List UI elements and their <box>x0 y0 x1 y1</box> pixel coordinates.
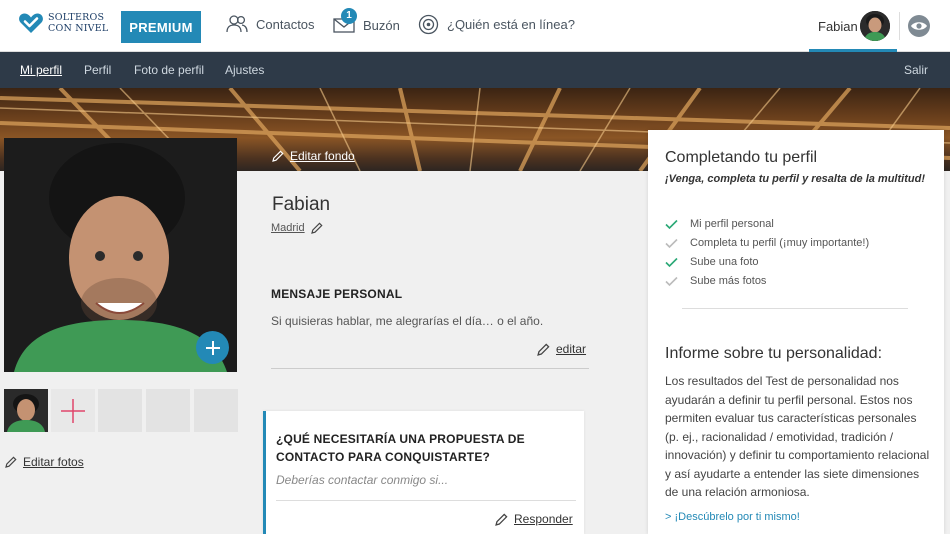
edit-background-label: Editar fondo <box>290 149 355 163</box>
nav-online-label: ¿Quién está en línea? <box>447 17 575 32</box>
checklist-item[interactable]: Completa tu perfil (¡muy importante!) <box>665 237 869 249</box>
visibility-toggle[interactable] <box>908 15 930 37</box>
personal-message-title: MENSAJE PERSONAL <box>271 287 403 301</box>
personality-test-link[interactable]: > ¡Descúbrelo por ti mismo! <box>665 511 800 523</box>
check-icon <box>665 257 678 267</box>
edit-photos-link[interactable]: Editar fotos <box>5 455 84 469</box>
divider <box>682 308 908 309</box>
contacts-icon <box>226 15 248 33</box>
check-icon <box>665 238 678 248</box>
question-card: ¿QUÉ NECESITARÍA UNA PROPUESTA DE CONTAC… <box>263 411 584 534</box>
pencil-icon <box>495 512 508 526</box>
avatar <box>860 11 890 41</box>
user-menu[interactable]: Fabian <box>809 0 897 52</box>
nav-contacts-label: Contactos <box>256 16 315 32</box>
top-bar: SOLTEROS CON NIVEL PREMIUM Contactos 1 B… <box>0 0 950 52</box>
checklist-item[interactable]: Sube más fotos <box>665 275 766 287</box>
profile-name: Fabian <box>272 194 331 215</box>
completion-subtitle: ¡Venga, completa tu perfil y resalta de … <box>665 173 925 185</box>
checklist-item[interactable]: Mi perfil personal <box>665 218 774 230</box>
topbar-divider <box>899 12 900 40</box>
logo[interactable]: SOLTEROS CON NIVEL <box>18 12 108 34</box>
checklist-item-label: Sube una foto <box>690 256 759 268</box>
personality-title: Informe sobre tu personalidad: <box>665 345 883 362</box>
pencil-icon <box>272 150 284 162</box>
edit-message-label: editar <box>556 342 587 356</box>
profile-subnav: Mi perfil Perfil Foto de perfil Ajustes … <box>0 52 950 88</box>
heart-logo-icon <box>19 13 43 33</box>
personality-text: Los resultados del Test de personalidad … <box>665 374 930 499</box>
edit-message-link[interactable]: editar <box>537 342 586 356</box>
logout-link[interactable]: Salir <box>904 63 928 77</box>
divider <box>271 368 589 369</box>
inbox-badge: 1 <box>341 8 357 24</box>
checklist-item-label: Mi perfil personal <box>690 218 774 230</box>
question-answer-placeholder[interactable]: Deberías contactar conmigo si... <box>276 473 448 487</box>
eye-icon <box>911 22 927 30</box>
reply-link[interactable]: Responder <box>495 512 573 526</box>
plus-icon <box>205 340 220 355</box>
checklist-item[interactable]: Sube una foto <box>665 256 759 268</box>
subnav-profile[interactable]: Perfil <box>84 63 111 77</box>
divider <box>276 500 576 501</box>
subnav-profile-photo[interactable]: Foto de perfil <box>134 63 204 77</box>
premium-button[interactable]: PREMIUM <box>121 11 201 43</box>
city-label: Madrid <box>271 222 305 234</box>
subnav-my-profile[interactable]: Mi perfil <box>20 63 62 77</box>
inbox-icon-wrap: 1 <box>333 8 357 36</box>
edit-photos-label: Editar fotos <box>23 455 84 469</box>
add-photo-slot[interactable] <box>51 389 95 432</box>
completion-title: Completando tu perfil <box>665 149 818 166</box>
avatar-image <box>860 11 890 41</box>
checklist-item-label: Completa tu perfil (¡muy importante!) <box>690 237 870 249</box>
profile-city[interactable]: Madrid <box>271 222 323 234</box>
nav-inbox-label: Buzón <box>363 17 400 33</box>
plus-icon <box>61 398 85 423</box>
user-name: Fabian <box>818 19 858 34</box>
reply-label: Responder <box>514 512 573 526</box>
empty-photo-slot <box>98 389 142 432</box>
nav-contacts[interactable]: Contactos <box>226 14 315 34</box>
check-icon <box>665 276 678 286</box>
nav-online[interactable]: ¿Quién está en línea? <box>418 14 575 35</box>
edit-background-link[interactable]: Editar fondo <box>272 149 355 163</box>
profile-completion-card: Completando tu perfil ¡Venga, completa t… <box>648 130 944 534</box>
checklist-item-label: Sube más fotos <box>690 275 767 287</box>
pencil-icon <box>310 222 323 234</box>
pencil-icon <box>537 342 550 356</box>
logo-line-2: CON NIVEL <box>48 23 109 34</box>
empty-photo-slot <box>194 389 238 432</box>
add-photo-button[interactable] <box>196 331 229 364</box>
logo-line-1: SOLTEROS <box>48 12 105 23</box>
empty-photo-slot <box>146 389 190 432</box>
logo-text: SOLTEROS CON NIVEL <box>48 12 108 34</box>
thumbnail-image <box>4 389 48 432</box>
photo-thumbnail[interactable] <box>4 389 48 432</box>
check-icon <box>665 219 678 229</box>
question-title: ¿QUÉ NECESITARÍA UNA PROPUESTA DE CONTAC… <box>276 432 525 464</box>
nav-inbox[interactable]: 1 Buzón <box>333 8 400 36</box>
subnav-settings[interactable]: Ajustes <box>225 63 264 77</box>
pencil-icon <box>5 456 17 468</box>
personal-message-text: Si quisieras hablar, me alegrarías el dí… <box>271 314 544 328</box>
radar-icon <box>418 14 439 35</box>
